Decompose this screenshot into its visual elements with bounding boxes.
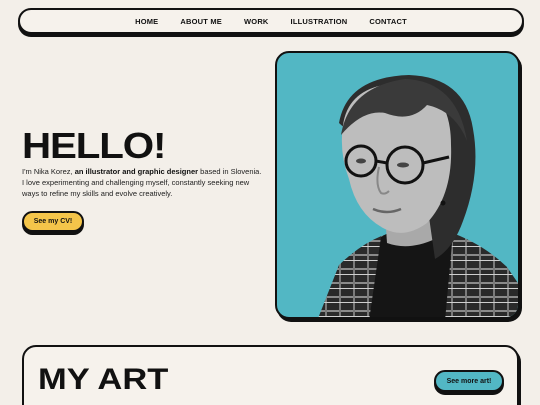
nav-illustration[interactable]: ILLUSTRATION bbox=[291, 17, 348, 26]
intro-text-bold: an illustrator and graphic designer bbox=[74, 167, 199, 176]
see-cv-button[interactable]: See my CV! bbox=[22, 211, 84, 232]
hero-intro: I'm Nika Korez, an illustrator and graph… bbox=[22, 166, 262, 199]
nav-contact[interactable]: CONTACT bbox=[369, 17, 407, 26]
top-nav: HOME ABOUT ME WORK ILLUSTRATION CONTACT bbox=[18, 8, 524, 34]
hero-heading: HELLO! bbox=[22, 125, 166, 166]
portrait-photo bbox=[275, 51, 520, 319]
see-more-art-button[interactable]: See more art! bbox=[434, 370, 504, 392]
intro-text-start: I'm Nika Korez, bbox=[22, 167, 75, 176]
nav-about-me[interactable]: ABOUT ME bbox=[180, 17, 222, 26]
my-art-heading: MY ART bbox=[38, 363, 169, 396]
my-art-section: MY ART See more art! bbox=[22, 345, 519, 405]
portrait-illustration bbox=[318, 75, 518, 317]
nav-home[interactable]: HOME bbox=[135, 17, 158, 26]
nav-work[interactable]: WORK bbox=[244, 17, 269, 26]
